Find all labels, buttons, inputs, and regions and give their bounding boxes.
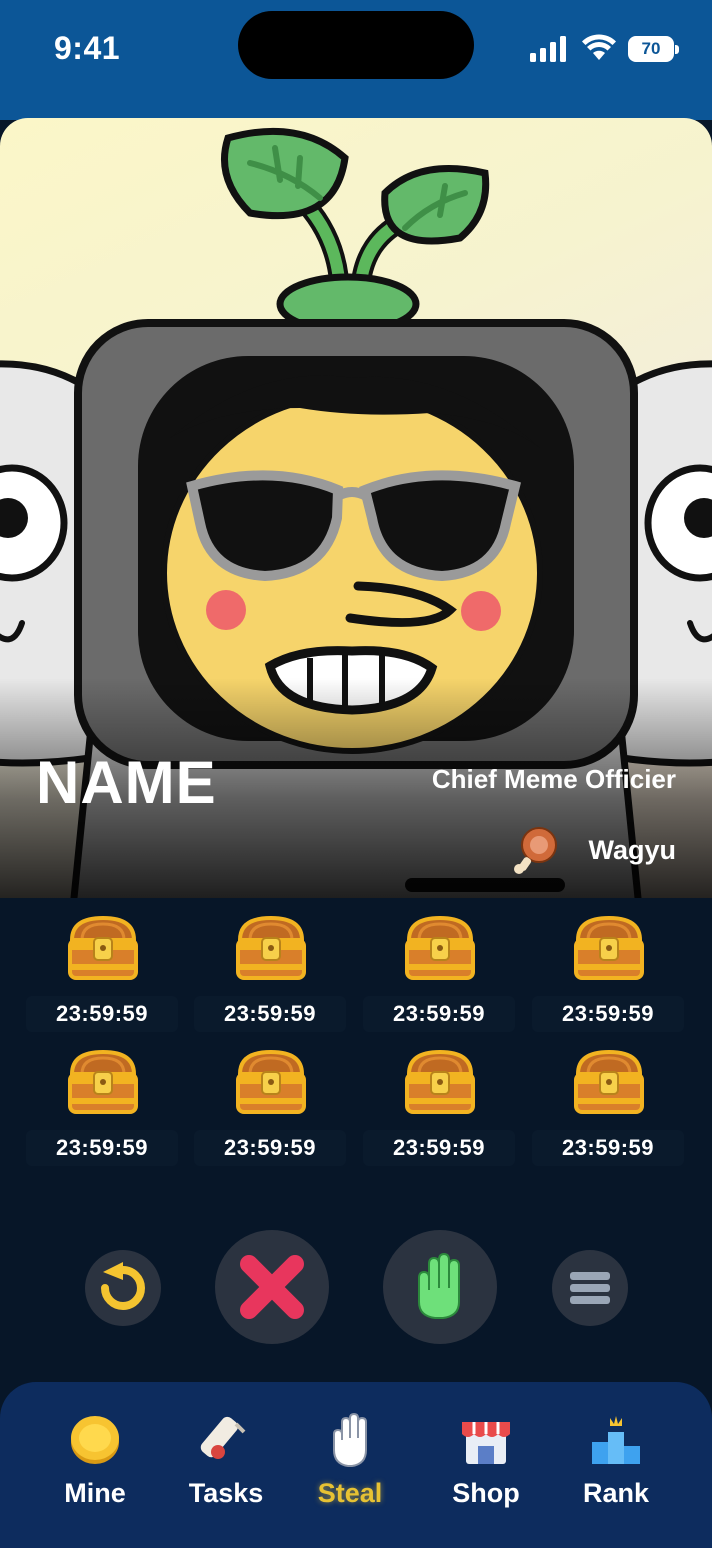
tab-mine[interactable]: Mine <box>35 1382 155 1532</box>
tab-label: Shop <box>452 1478 520 1508</box>
treasure-chest-icon <box>68 915 138 980</box>
chest-timer: 23:59:59 <box>26 1130 178 1166</box>
treasure-chest-icon <box>236 1049 306 1114</box>
profile-item-label: Wagyu <box>588 834 677 865</box>
treasure-chest-icon <box>574 915 644 980</box>
chest-slot[interactable]: 23:59:59 <box>530 1046 686 1168</box>
treasure-chest-icon <box>405 915 475 980</box>
undo-button[interactable] <box>85 1250 161 1326</box>
shop-icon <box>462 1422 510 1464</box>
chest-slot[interactable]: 23:59:59 <box>192 1046 348 1168</box>
tab-shop[interactable]: Shop <box>426 1382 546 1532</box>
chest-timer: 23:59:59 <box>532 996 684 1032</box>
signal-icon <box>530 36 566 62</box>
treasure-chest-icon <box>68 1049 138 1114</box>
close-icon <box>240 1255 304 1319</box>
wifi-icon <box>582 34 616 60</box>
menu-icon <box>570 1272 610 1304</box>
undo-icon <box>101 1262 145 1310</box>
chest-timer: 23:59:59 <box>363 1130 515 1166</box>
chest-timer: 23:59:59 <box>532 1130 684 1166</box>
tab-rank[interactable]: Rank <box>556 1382 676 1532</box>
tab-label: Mine <box>64 1478 126 1508</box>
chest-timer: 23:59:59 <box>194 996 346 1032</box>
status-time: 9:41 <box>54 30 121 66</box>
meat-icon <box>513 827 557 874</box>
chest-timer: 23:59:59 <box>26 996 178 1032</box>
hand-icon <box>333 1412 367 1467</box>
chest-slot[interactable]: 23:59:59 <box>24 912 180 1034</box>
steal-button[interactable] <box>383 1230 497 1344</box>
tab-tasks[interactable]: Tasks <box>166 1382 286 1532</box>
tab-bar: Mine Tasks Steal Shop Rank <box>0 1382 712 1548</box>
battery-level: 70 <box>628 36 674 62</box>
treasure-chest-icon <box>236 915 306 980</box>
battery-icon: 70 <box>628 36 679 62</box>
profile-title: Chief Meme Officier <box>431 764 676 794</box>
tab-label: Steal <box>317 1478 383 1508</box>
coin-icon <box>71 1416 119 1464</box>
menu-button[interactable] <box>552 1250 628 1326</box>
profile-item: Wagyu <box>513 827 677 874</box>
tab-steal[interactable]: Steal <box>290 1382 410 1532</box>
hand-icon <box>418 1252 460 1319</box>
chest-slot[interactable]: 23:59:59 <box>530 912 686 1034</box>
scroll-icon <box>200 1416 246 1459</box>
profile-name: NAME <box>36 749 217 816</box>
chest-slot[interactable]: 23:59:59 <box>24 1046 180 1168</box>
tab-label: Tasks <box>188 1478 264 1508</box>
chest-slot[interactable]: 23:59:59 <box>361 912 517 1034</box>
dynamic-island <box>238 11 474 79</box>
chest-timer: 23:59:59 <box>194 1130 346 1166</box>
skip-button[interactable] <box>215 1230 329 1344</box>
treasure-chest-icon <box>405 1049 475 1114</box>
trophy-icon <box>592 1416 640 1464</box>
tab-label: Rank <box>582 1478 650 1508</box>
profile-card[interactable]: NAME Chief Meme Officier Wagyu <box>0 118 712 898</box>
chest-timer: 23:59:59 <box>363 996 515 1032</box>
chest-slot[interactable]: 23:59:59 <box>192 912 348 1034</box>
status-bar: 9:41 70 <box>0 0 712 120</box>
treasure-chest-icon <box>574 1049 644 1114</box>
chest-slot[interactable]: 23:59:59 <box>361 1046 517 1168</box>
